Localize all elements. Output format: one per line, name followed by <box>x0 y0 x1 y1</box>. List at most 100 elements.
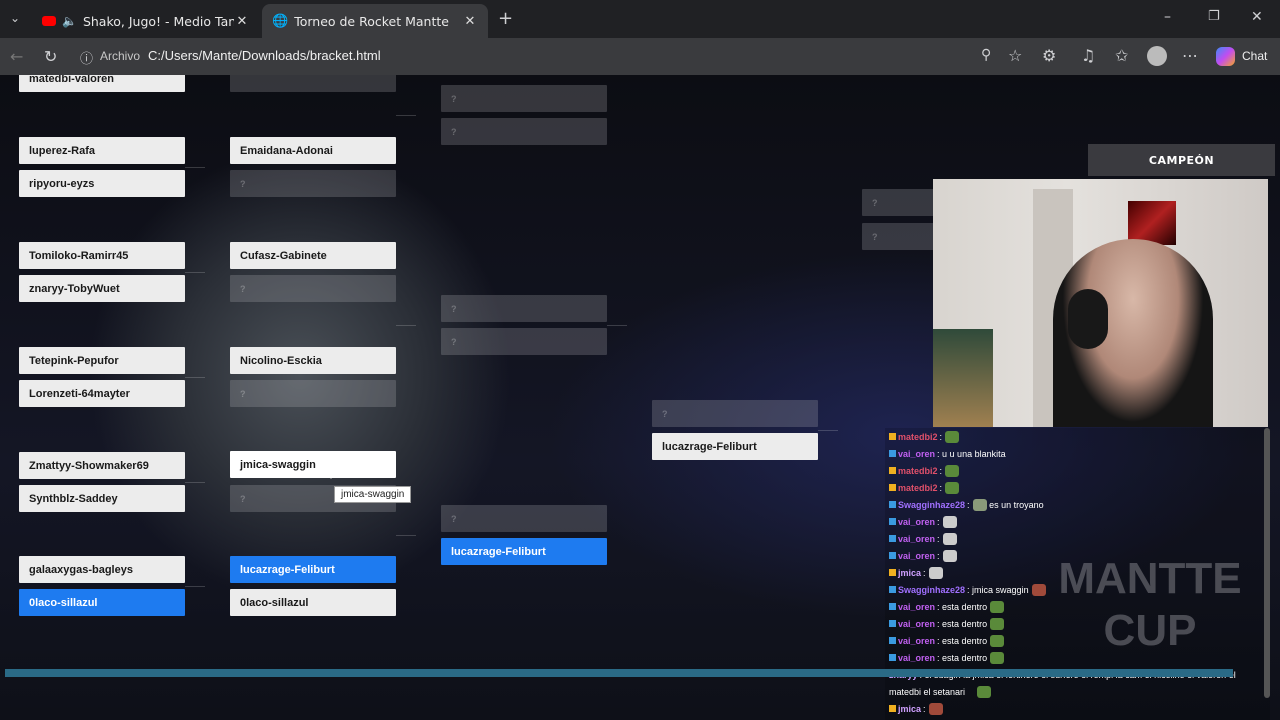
bracket-slot-empty[interactable]: ? <box>441 85 607 112</box>
bracket-connector <box>185 482 205 483</box>
chat-message: matedbi2: <box>885 462 1270 479</box>
profile-avatar[interactable] <box>1147 46 1167 66</box>
favorite-star-icon[interactable]: ☆ <box>1008 46 1022 65</box>
bracket-slot-empty[interactable]: ? <box>230 380 396 407</box>
bracket-slot[interactable]: Lorenzeti-64mayter <box>19 380 185 407</box>
bracket-slot[interactable]: Emaidana-Adonai <box>230 137 396 164</box>
chat-username: vai_oren <box>898 533 936 544</box>
emote-icon <box>972 498 987 511</box>
mod-badge-icon <box>889 586 896 593</box>
bracket-connector <box>396 325 416 326</box>
copilot-icon[interactable] <box>1216 47 1235 66</box>
mod-badge-icon <box>889 637 896 644</box>
bracket-slot-empty[interactable]: ? <box>441 118 607 145</box>
bracket-slot[interactable]: galaaxygas-bagleys <box>19 556 185 583</box>
maximize-icon[interactable]: ❐ <box>1208 9 1220 24</box>
bracket-connector <box>185 272 205 273</box>
chat-text: u u una blankita <box>942 448 1006 459</box>
mod-badge-icon <box>889 603 896 610</box>
frog-emote-icon <box>977 685 992 698</box>
info-icon: ⓘ <box>80 52 94 67</box>
chat-scrollbar[interactable] <box>1264 428 1270 698</box>
chat-message: vai_oren: u u una blankita <box>885 445 1270 462</box>
media-icon[interactable]: ♫ <box>1081 46 1095 65</box>
bracket-slot-empty[interactable]: ? <box>441 505 607 532</box>
speaker-icon[interactable]: 🔈 <box>62 14 77 28</box>
bracket-slot[interactable]: Tetepink-Pepufor <box>19 347 185 374</box>
bracket-slot-empty[interactable] <box>230 75 396 92</box>
mantte-cup-logo: MANTTE CUP <box>1040 553 1260 657</box>
frog-emote-icon <box>990 600 1005 613</box>
chat-text: esta dentro <box>942 618 988 629</box>
bracket-slot[interactable]: Synthblz-Saddey <box>19 485 185 512</box>
bracket-slot-empty[interactable]: ? <box>862 223 934 250</box>
more-menu-icon[interactable]: ⋯ <box>1182 46 1198 65</box>
bracket-slot-winner[interactable]: lucazrage-Feliburt <box>441 538 607 565</box>
bracket-slot-empty[interactable]: ? <box>441 295 607 322</box>
bracket-slot[interactable]: znaryy-TobyWuet <box>19 275 185 302</box>
bracket-slot-empty[interactable]: ? <box>862 189 934 216</box>
bracket-slot[interactable]: 0laco-sillazul <box>230 589 396 616</box>
bracket-slot-empty[interactable]: ? <box>441 328 607 355</box>
chat-username: vai_oren <box>898 635 936 646</box>
chat-username: vai_oren <box>898 652 936 663</box>
mod-badge-icon <box>889 518 896 525</box>
champion-label: CAMPEÓN <box>1088 144 1275 176</box>
bracket-slot[interactable]: Cufasz-Gabinete <box>230 242 396 269</box>
bracket-connector <box>185 167 205 168</box>
emote-icon <box>928 566 943 579</box>
frog-emote-icon <box>990 634 1005 647</box>
bracket-slot-winner[interactable]: 0laco-sillazul <box>19 589 185 616</box>
bracket-slot[interactable]: Zmattyy-Showmaker69 <box>19 452 185 479</box>
address-bar-url[interactable]: C:/Users/Mante/Downloads/bracket.html <box>148 48 381 63</box>
bracket-slot[interactable]: Nicolino-Esckia <box>230 347 396 374</box>
mod-badge-icon <box>889 535 896 542</box>
reload-icon[interactable]: ↻ <box>44 47 57 66</box>
chat-username: Swagginhaze28 <box>898 499 966 510</box>
zoom-icon[interactable]: ⚲ <box>981 47 991 63</box>
close-window-icon[interactable]: ✕ <box>1251 9 1263 25</box>
logo-line: CUP <box>1103 606 1197 655</box>
horizontal-scrollbar[interactable] <box>5 669 1233 677</box>
chat-text: esta dentro <box>942 635 988 646</box>
chat-username: vai_oren <box>898 618 936 629</box>
chat-message: vai_oren: <box>885 530 1270 547</box>
frog-emote-icon <box>990 617 1005 630</box>
chat-button-label[interactable]: Chat <box>1242 49 1267 63</box>
bracket-slot-empty[interactable]: ? <box>230 170 396 197</box>
bracket-slot-empty[interactable]: ? <box>230 275 396 302</box>
bracket-slot-winner[interactable]: lucazrage-Feliburt <box>230 556 396 583</box>
bracket-slot[interactable]: Tomiloko-Ramirr45 <box>19 242 185 269</box>
chat-message: matedbi el setanari <box>885 683 1270 700</box>
close-tab-icon[interactable]: ✕ <box>462 14 478 29</box>
emote-icon <box>942 515 957 528</box>
chat-username: matedbi2 <box>898 431 938 442</box>
bracket-connector <box>818 430 838 431</box>
chat-text: esta dentro <box>942 601 988 612</box>
extensions-icon[interactable]: ⚙ <box>1042 46 1056 65</box>
chat-text: es un troyano <box>989 499 1044 510</box>
bracket-slot[interactable]: ripyoru-eyzs <box>19 170 185 197</box>
mod-badge-icon <box>889 552 896 559</box>
close-tab-icon[interactable]: ✕ <box>234 14 250 29</box>
new-tab-icon[interactable]: + <box>498 8 513 29</box>
chat-username: vai_oren <box>898 601 936 612</box>
bracket-slot[interactable]: jmica-swaggin <box>230 451 396 478</box>
tab-list-chevron-icon[interactable]: ⌄ <box>10 11 20 25</box>
chat-message: matedbi2: <box>885 479 1270 496</box>
bracket-page: matedbi-valoren luperez-Rafa ripyoru-eyz… <box>0 75 1280 720</box>
crown-badge-icon <box>889 705 896 712</box>
bracket-connector <box>185 377 205 378</box>
chat-username: vai_oren <box>898 550 936 561</box>
bracket-slot[interactable]: matedbi-valoren <box>19 75 185 92</box>
back-icon[interactable]: ← <box>10 47 23 66</box>
frog-emote-icon <box>945 481 960 494</box>
favorites-icon[interactable]: ✩ <box>1115 46 1128 65</box>
bracket-slot-empty[interactable]: ? <box>652 400 818 427</box>
minimize-icon[interactable]: – <box>1164 9 1171 25</box>
tab-bracket[interactable]: 🌐 Torneo de Rocket Mantte ✕ <box>262 4 488 38</box>
tab-youtube[interactable]: 🔈 Shako, Jugo! - Medio Tana (Vi ✕ <box>32 4 260 38</box>
bracket-slot[interactable]: luperez-Rafa <box>19 137 185 164</box>
bracket-slot[interactable]: lucazrage-Feliburt <box>652 433 818 460</box>
frog-emote-icon <box>945 464 960 477</box>
